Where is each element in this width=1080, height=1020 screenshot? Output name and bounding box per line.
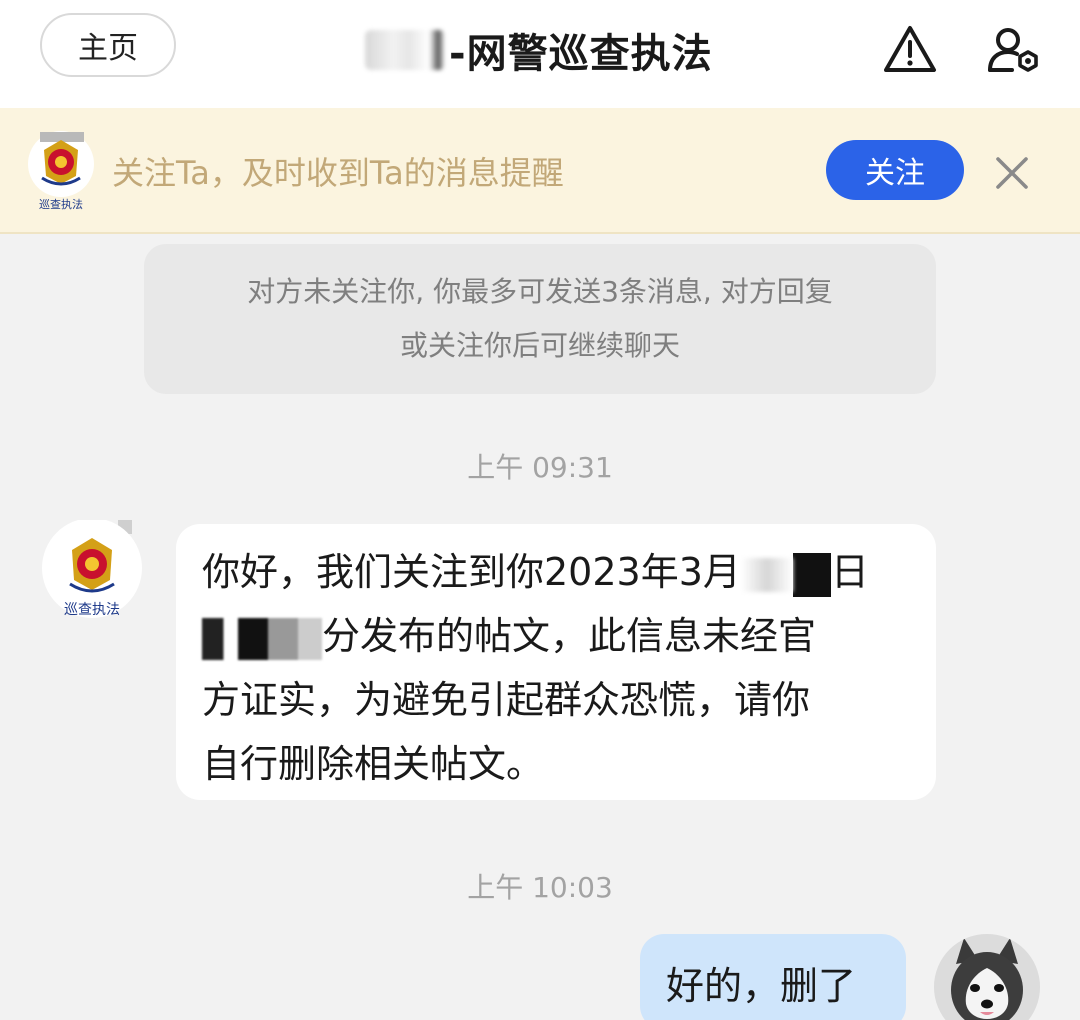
- close-icon[interactable]: [990, 151, 1034, 195]
- warning-triangle-icon[interactable]: [882, 22, 938, 78]
- home-button[interactable]: 主页: [40, 13, 176, 77]
- notice-line-2: 或关注你后可继续聊天: [399, 329, 680, 362]
- message-line: 分发布的帖文，此信息未经官: [202, 604, 912, 668]
- redaction-mark: [202, 617, 322, 660]
- timestamp: 上午 10:03: [467, 871, 613, 904]
- banner-avatar-caption: 巡查执法: [39, 197, 83, 211]
- message-text: 日: [830, 550, 869, 594]
- user-avatar[interactable]: [934, 934, 1040, 1020]
- message-line: 自行删除相关帖文。: [202, 742, 545, 786]
- message-limit-notice: 对方未关注你, 你最多可发送3条消息, 对方回复 或关注你后可继续聊天: [144, 244, 936, 394]
- redaction-mark: [792, 552, 831, 597]
- user-settings-icon[interactable]: [986, 22, 1042, 78]
- message-line: 你好，我们关注到你2023年3月 日: [202, 540, 912, 604]
- message-avatar-caption: 巡查执法: [64, 602, 120, 618]
- message-text: 分发布的帖文，此信息未经官: [322, 614, 817, 658]
- redaction-mark: [740, 557, 793, 592]
- follow-banner: 巡查执法 关注Ta，及时收到Ta的消息提醒 关注: [0, 108, 1080, 234]
- police-badge-avatar[interactable]: 巡查执法: [40, 518, 148, 620]
- top-bar: 主页 -网警巡查执法: [0, 0, 1080, 108]
- follow-button[interactable]: 关注: [826, 140, 964, 200]
- banner-text: 关注Ta，及时收到Ta的消息提醒: [112, 154, 564, 192]
- chat-title-text: -网警巡查执法: [449, 31, 713, 77]
- outgoing-message-bubble[interactable]: 好的，删了: [640, 934, 906, 1020]
- redacted-name: [365, 30, 445, 70]
- notice-line-1: 对方未关注你, 你最多可发送3条消息, 对方回复: [247, 275, 833, 308]
- police-badge-avatar[interactable]: 巡查执法: [26, 126, 96, 212]
- chat-title: -网警巡查执法: [365, 22, 713, 78]
- message-line: 方证实，为避免引起群众恐慌，请你: [202, 678, 811, 722]
- incoming-message-bubble[interactable]: 你好，我们关注到你2023年3月 日 分发布的帖文，此信息未经官 方证实，为避免引…: [176, 524, 936, 800]
- timestamp: 上午 09:31: [467, 451, 613, 484]
- message-text: 好的，删了: [666, 963, 857, 1008]
- message-text: 你好，我们关注到你2023年3月: [202, 550, 741, 594]
